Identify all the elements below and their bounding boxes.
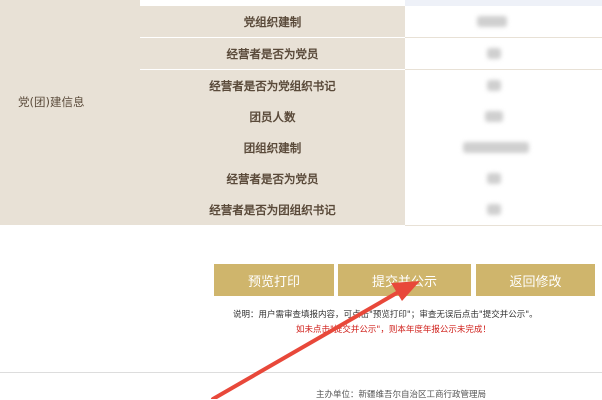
row-label: 经营者是否为团组织书记 (140, 194, 405, 226)
row-value (405, 163, 602, 195)
row-value (405, 6, 602, 38)
party-info-table: 党(团)建信息 党组织建制 经营者是否为党员 经营者是否为党组织书记 团员人数 … (0, 0, 602, 226)
row-label: 经营者是否为党员 (140, 38, 405, 70)
table-row: 团员人数 (140, 101, 602, 133)
preview-print-button[interactable]: 预览打印 (214, 264, 334, 296)
footer-divider (0, 372, 602, 373)
table-row: 党组织建制 (140, 6, 602, 38)
instruction-note: 说明：用户需审查填报内容，可点击"预览打印"；审查无误后点击"提交并公示"。 (233, 310, 538, 320)
row-label: 党组织建制 (140, 6, 405, 38)
row-value (405, 194, 602, 226)
table-row: 经营者是否为团组织书记 (140, 194, 602, 226)
row-value (405, 70, 602, 102)
table-row: 经营者是否为党员 (140, 38, 602, 70)
table-row: 经营者是否为党员 (140, 163, 602, 195)
table-row: 经营者是否为党组织书记 (140, 70, 602, 102)
row-label: 经营者是否为党员 (140, 163, 405, 195)
row-value (405, 132, 602, 164)
group-cell: 党(团)建信息 (0, 0, 141, 225)
warning-note: 如未点击"提交并公示"，则本年度年报公示未完成！ (296, 325, 491, 335)
row-value (405, 38, 602, 70)
group-label: 党(团)建信息 (18, 95, 85, 109)
submit-publish-button[interactable]: 提交并公示 (338, 264, 471, 296)
row-value (405, 101, 602, 133)
row-label: 经营者是否为党组织书记 (140, 70, 405, 102)
table-row: 团组织建制 (140, 132, 602, 164)
return-edit-button[interactable]: 返回修改 (476, 264, 595, 296)
row-label: 团员人数 (140, 101, 405, 133)
row-label: 团组织建制 (140, 132, 405, 164)
footer-sponsor: 主办单位：新疆维吾尔自治区工商行政管理局 (316, 390, 487, 400)
